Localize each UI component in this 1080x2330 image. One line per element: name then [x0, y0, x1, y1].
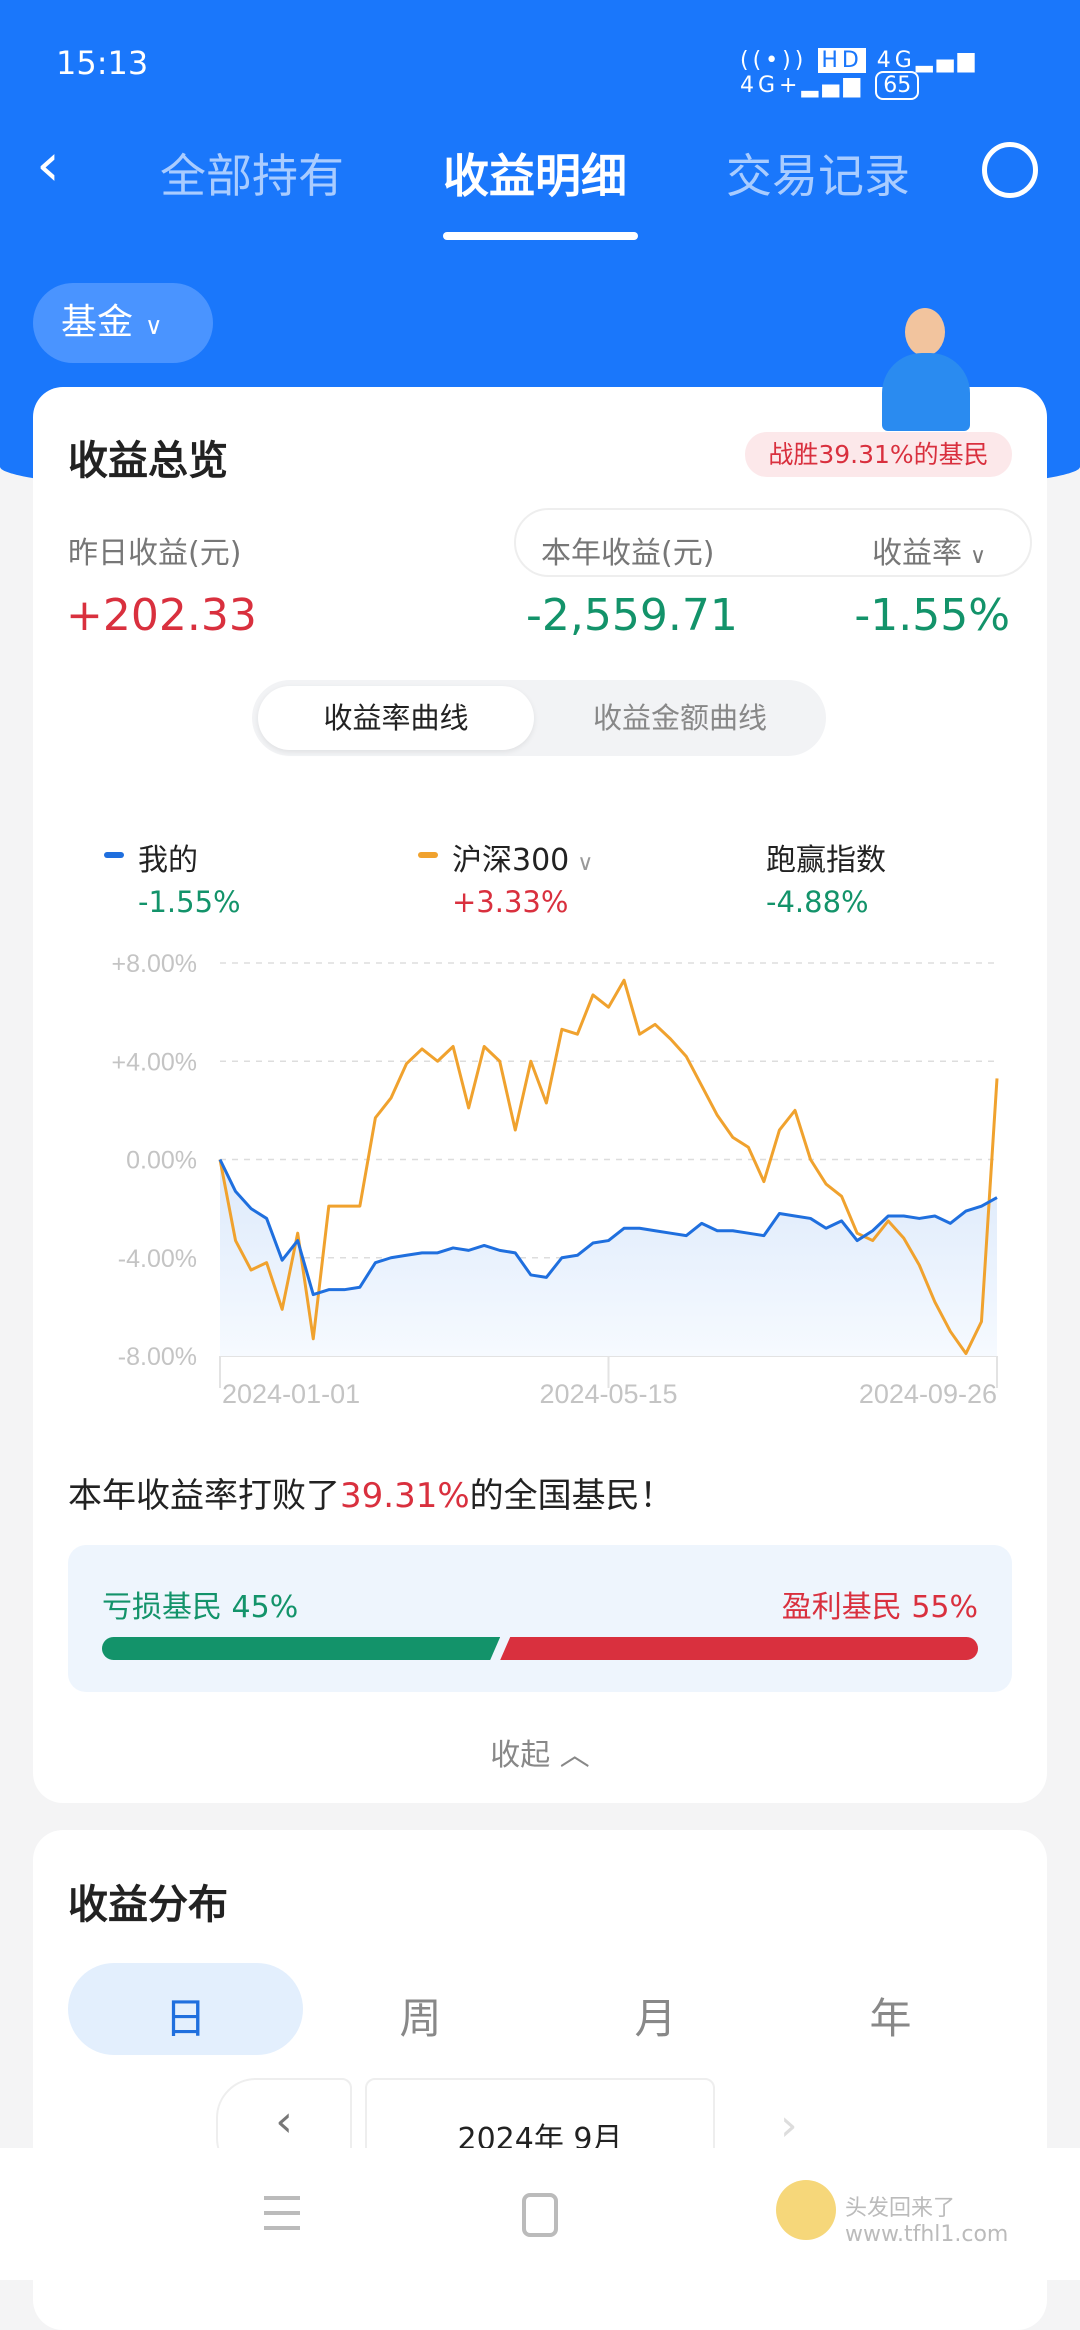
- home-icon[interactable]: [522, 2193, 558, 2237]
- next-month-button[interactable]: ›: [780, 2100, 798, 2151]
- fund-filter[interactable]: 基金 ∨: [33, 283, 213, 363]
- legend-index-selector[interactable]: 沪深300 ∨: [452, 835, 593, 879]
- collapse-label: 收起: [490, 1738, 551, 1773]
- beat-prefix: 本年收益率打败了: [68, 1476, 340, 1516]
- x-tick-label: 2024-05-15: [539, 1379, 677, 1409]
- tab-income-detail[interactable]: 收益明细: [443, 140, 627, 206]
- wifi-icon: ((•)): [740, 48, 808, 73]
- yesterday-label: 昨日收益(元): [68, 536, 242, 571]
- status-time: 15:13: [56, 44, 149, 82]
- tab-transactions[interactable]: 交易记录: [726, 140, 910, 206]
- rate-label: 收益率: [872, 536, 962, 571]
- loss-label: 亏损基民 45%: [102, 1590, 299, 1625]
- chevron-up-icon: ︿: [559, 1738, 590, 1773]
- legend-excess-label: 跑赢指数: [766, 843, 886, 878]
- year-income-value: -2,559.71: [526, 590, 738, 641]
- x-tick-label: 2024-09-26: [859, 1379, 997, 1409]
- signal-icon: ▂▄▆: [801, 73, 865, 98]
- series-area-mine: [220, 1159, 997, 1356]
- fund-filter-label: 基金: [61, 302, 134, 343]
- rate-selector[interactable]: 收益率 ∨: [872, 528, 986, 572]
- mascot-illustration: [870, 308, 980, 433]
- network-4g: 4G: [876, 48, 916, 73]
- share-bar: [102, 1637, 978, 1660]
- tab-indicator: [443, 232, 638, 240]
- network-4g-plus: 4G+: [740, 73, 802, 98]
- watermark-text: 头发回来了 www.tfhl1.com: [845, 2196, 1009, 2247]
- legend-excess-value: -4.88%: [766, 885, 869, 919]
- period-day[interactable]: 日: [68, 1985, 303, 2046]
- legend-index-marker: [418, 852, 438, 858]
- period-month[interactable]: 月: [538, 1985, 773, 2046]
- legend-index-label: 沪深300: [452, 843, 570, 878]
- back-icon[interactable]: ‹: [36, 130, 60, 200]
- signal-icon: ▂▄▆: [915, 48, 979, 73]
- beat-badge: 战胜39.31%的基民: [745, 432, 1012, 477]
- chevron-down-icon: ∨: [145, 312, 163, 340]
- loss-bar: [102, 1637, 500, 1660]
- profit-label: 盈利基民 55%: [781, 1590, 978, 1625]
- period-week[interactable]: 周: [303, 1985, 538, 2046]
- rate-value: -1.55%: [854, 590, 1010, 641]
- beat-percent: 39.31%: [340, 1476, 470, 1516]
- legend-index-value: +3.33%: [452, 885, 569, 919]
- status-icons: ((•)) HD 4G▂▄▆ 4G+▂▄▆ 65: [740, 48, 1080, 100]
- legend-mine-marker: [104, 852, 124, 858]
- return-rate-chart: +8.00% +4.00% 0.00% -4.00% -8.00% 2024-01-01 2…: [112, 950, 999, 1409]
- segment-rate-curve[interactable]: 收益率曲线: [258, 686, 534, 750]
- segment-amount-curve[interactable]: 收益金额曲线: [542, 686, 818, 750]
- tab-all-holdings[interactable]: 全部持有: [160, 140, 344, 206]
- curve-toggle: 收益率曲线 收益金额曲线: [252, 680, 826, 756]
- y-tick-label: -8.00%: [118, 1343, 197, 1371]
- y-tick-label: -4.00%: [118, 1245, 197, 1273]
- overview-title: 收益总览: [68, 438, 228, 484]
- legend-mine-label: 我的: [138, 843, 198, 878]
- chevron-left-icon: ‹: [275, 2096, 293, 2147]
- menu-icon[interactable]: [264, 2196, 300, 2230]
- x-tick-label: 2024-01-01: [222, 1379, 360, 1409]
- network-hd: HD: [818, 48, 866, 73]
- battery-icon: 65: [875, 71, 920, 100]
- y-tick-label: +4.00%: [112, 1048, 198, 1076]
- yesterday-value: +202.33: [66, 590, 257, 641]
- chevron-right-icon: ›: [780, 2100, 798, 2151]
- year-income-label: 本年收益(元): [541, 536, 715, 571]
- customer-service-icon[interactable]: [982, 142, 1038, 198]
- beat-suffix: 的全国基民！: [469, 1476, 674, 1516]
- profit-bar: [500, 1637, 978, 1660]
- y-tick-label: 0.00%: [126, 1147, 197, 1175]
- distribution-title: 收益分布: [68, 1882, 228, 1928]
- chevron-down-icon: ∨: [970, 544, 987, 569]
- y-tick-label: +8.00%: [112, 950, 198, 978]
- beat-statement: 本年收益率打败了39.31%的全国基民！: [68, 1468, 674, 1517]
- watermark-logo: [776, 2180, 836, 2240]
- collapse-button[interactable]: 收起 ︿: [0, 1730, 1080, 1774]
- legend-mine-value: -1.55%: [138, 885, 241, 919]
- period-year[interactable]: 年: [773, 1985, 1008, 2046]
- chevron-down-icon: ∨: [577, 851, 594, 876]
